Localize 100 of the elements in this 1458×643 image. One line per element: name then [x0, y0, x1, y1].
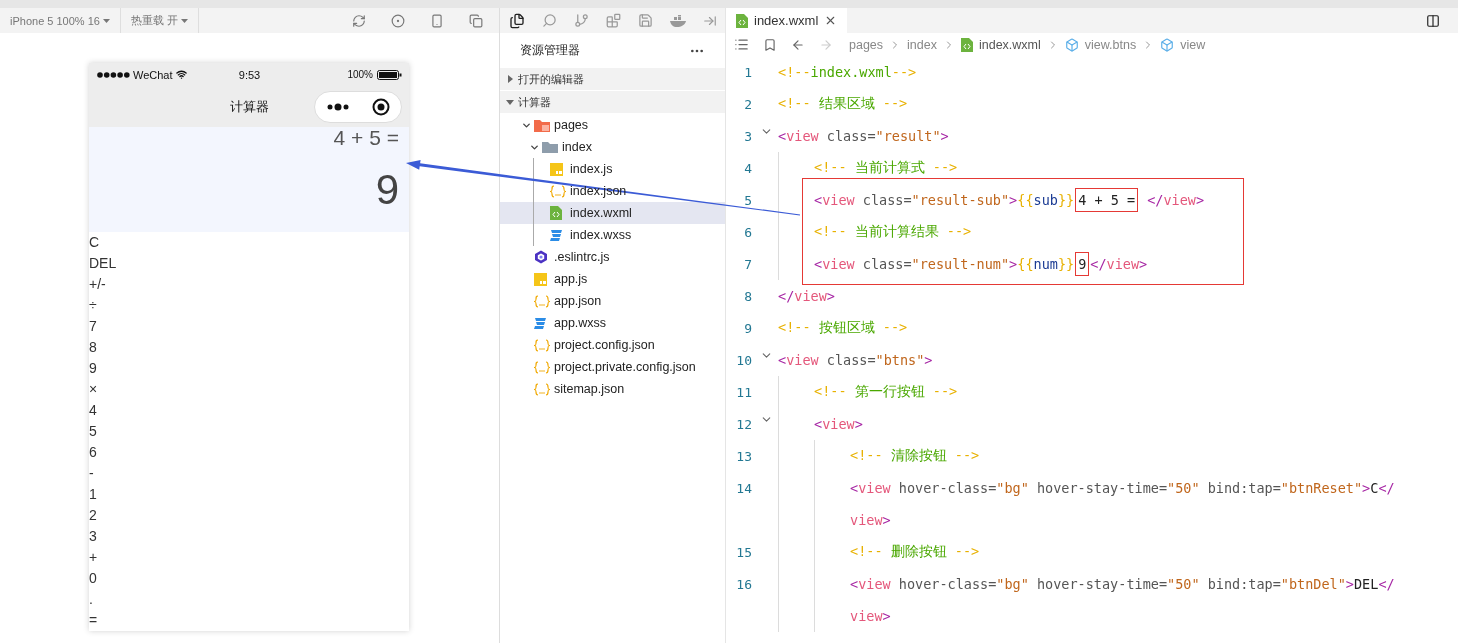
line-number: 7 [743, 256, 753, 272]
outline-icon[interactable] [734, 37, 749, 52]
line-number: 14 [735, 480, 753, 496]
braces-icon [550, 184, 566, 198]
branch-icon[interactable] [574, 13, 589, 28]
calculator-key[interactable]: C [89, 232, 100, 253]
file-tree-item[interactable]: index.wxml [500, 202, 725, 224]
js-file-icon [534, 272, 547, 286]
folder-icon [534, 118, 550, 132]
whale-icon[interactable] [670, 14, 686, 27]
breadcrumb-item[interactable]: view [1180, 37, 1206, 52]
highlighted-code: 4 + 5 = [1075, 188, 1139, 212]
calculator-key[interactable]: × [89, 379, 98, 400]
calculator-key[interactable]: = [89, 610, 98, 631]
calculator-key[interactable]: 3 [89, 526, 97, 547]
code-text: <!-- 当前计算结果 --> [814, 223, 972, 241]
signal-icon [97, 71, 130, 78]
calculator-key[interactable]: 5 [89, 421, 97, 442]
code-text: <!-- 结果区域 --> [778, 95, 908, 113]
stop-icon[interactable] [391, 13, 405, 28]
calculator-key[interactable]: 7 [89, 316, 97, 337]
calculator-key[interactable]: 4 [89, 400, 97, 421]
calculator-key[interactable]: +/- [89, 274, 106, 295]
file-tree-item[interactable]: index [500, 136, 725, 158]
code-text: <view class="result-num">{{num}} [814, 256, 1075, 272]
calculator-key[interactable]: . [89, 589, 93, 610]
calculator-key[interactable]: 0 [89, 568, 97, 589]
line-number: 15 [735, 544, 753, 560]
code-text: </view> [1146, 192, 1205, 208]
hot-reload-menu[interactable]: 热重载 开 [120, 8, 199, 33]
calculator-key[interactable]: DEL [89, 253, 117, 274]
code-text: <view> [814, 416, 863, 432]
file-tree-item[interactable]: index.js [500, 158, 725, 180]
code-text: <!-- 当前计算式 --> [814, 159, 958, 177]
section-header[interactable]: 计算器 [500, 91, 725, 113]
code-text: view> [850, 512, 891, 528]
bookmark-icon[interactable] [763, 37, 777, 52]
code-text: <!--index.wxml--> [778, 64, 917, 80]
cube-icon [1160, 37, 1175, 52]
js-file-icon [550, 162, 563, 176]
more-icon [326, 103, 349, 111]
code-text: <!-- 删除按钮 --> [850, 543, 980, 561]
extensions-icon[interactable] [606, 13, 621, 28]
phone-icon[interactable] [430, 13, 444, 28]
file-tree-item[interactable]: project.private.config.json [500, 356, 725, 378]
code-text: <!-- 按钮区域 --> [778, 319, 908, 337]
windows-icon[interactable] [469, 13, 483, 28]
folder-icon [542, 141, 558, 153]
code-file-icon [736, 13, 748, 28]
collapse-icon[interactable] [703, 13, 717, 28]
breadcrumb-item[interactable]: index [907, 37, 937, 52]
file-tree-item[interactable]: project.config.json [500, 334, 725, 356]
capsule-button[interactable] [314, 91, 402, 123]
battery-level: 100% [347, 69, 373, 80]
calculator-key[interactable]: 6 [89, 442, 97, 463]
line-number: 8 [743, 288, 753, 304]
calculator-key[interactable]: 9 [89, 358, 97, 379]
result-number: 9 [375, 165, 399, 215]
files-icon[interactable] [509, 12, 525, 29]
calculator-key[interactable]: ÷ [89, 295, 97, 316]
expression-text: 4 + 5 = [333, 127, 399, 149]
braces-icon [534, 294, 550, 308]
code-text: <!-- 清除按钮 --> [850, 447, 980, 465]
calculator-key[interactable]: - [89, 463, 94, 484]
caret-icon [102, 18, 110, 23]
caret-icon [181, 18, 188, 23]
code-text: </view> [778, 288, 835, 304]
calculator-key[interactable]: 8 [89, 337, 97, 358]
status-time: 9:53 [238, 68, 261, 81]
file-tree-item[interactable]: sitemap.json [500, 378, 725, 400]
hexagon-icon [534, 250, 548, 264]
file-tree-item[interactable]: index.wxss [500, 224, 725, 246]
refresh-icon[interactable] [352, 13, 366, 28]
section-header[interactable]: 打开的编辑器 [500, 68, 725, 90]
code-text: <view class="result"> [778, 128, 949, 144]
editor-tab[interactable]: index.wxml [726, 8, 848, 33]
code-text: view> [850, 608, 891, 624]
line-number: 3 [743, 128, 753, 144]
breadcrumb-item[interactable]: pages [849, 37, 884, 52]
breadcrumb-item[interactable]: view.btns [1084, 37, 1137, 52]
code-file-icon [550, 206, 562, 220]
file-tree-item[interactable]: pages [500, 114, 725, 136]
file-tree-item[interactable]: app.json [500, 290, 725, 312]
breadcrumb-item[interactable]: index.wxml [978, 37, 1041, 52]
calculator-key[interactable]: + [89, 547, 98, 568]
search-icon[interactable] [542, 13, 557, 28]
highlighted-code: 9 [1075, 252, 1090, 276]
braces-icon [534, 382, 550, 396]
file-tree-item[interactable]: app.wxss [500, 312, 725, 334]
file-tree-item[interactable]: .eslintrc.js [500, 246, 725, 268]
calculator-key[interactable]: 1 [89, 484, 97, 505]
split-editor-icon[interactable] [1426, 13, 1440, 28]
file-tree-item[interactable]: app.js [500, 268, 725, 290]
device-menu[interactable]: iPhone 5 100% 16 [0, 8, 121, 33]
back-icon[interactable] [791, 37, 805, 52]
line-number: 13 [735, 448, 753, 464]
save-icon[interactable] [638, 13, 653, 28]
calculator-key[interactable]: 2 [89, 505, 97, 526]
panel-title: 资源管理器 [520, 42, 580, 59]
line-number: 4 [743, 160, 753, 176]
